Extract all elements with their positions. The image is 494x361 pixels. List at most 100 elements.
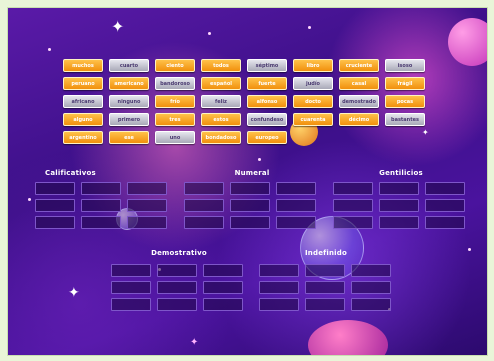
word-tile[interactable]: libro: [293, 59, 333, 72]
category-title-gentilicios: Gentilicios: [379, 169, 423, 177]
word-tile[interactable]: casal: [339, 77, 379, 90]
star-icon: ✦: [422, 128, 429, 137]
drop-slot-numeral[interactable]: [230, 199, 270, 212]
word-tile[interactable]: judío: [293, 77, 333, 90]
word-tile[interactable]: ese: [109, 131, 149, 144]
star-icon: ✦: [68, 285, 80, 301]
drop-slot-calificativos[interactable]: [81, 216, 121, 229]
drop-slot-numeral[interactable]: [184, 199, 224, 212]
drop-slot-numeral[interactable]: [184, 182, 224, 195]
drop-slot-gentilicios[interactable]: [379, 182, 419, 195]
drop-slot-demostrativo[interactable]: [111, 281, 151, 294]
word-tile[interactable]: pocas: [385, 95, 425, 108]
drop-slot-calificativos[interactable]: [81, 199, 121, 212]
word-tile[interactable]: confundeso: [247, 113, 287, 126]
word-tile[interactable]: primero: [109, 113, 149, 126]
word-tile[interactable]: isoso: [385, 59, 425, 72]
drop-slot-numeral[interactable]: [276, 199, 316, 212]
drop-slot-calificativos[interactable]: [35, 216, 75, 229]
word-tile[interactable]: español: [201, 77, 241, 90]
star-icon: ✦: [190, 337, 199, 348]
drop-slot-indefinido[interactable]: [351, 298, 391, 311]
word-tile[interactable]: americano: [109, 77, 149, 90]
drop-slot-calificativos[interactable]: [35, 182, 75, 195]
star-dot: [48, 48, 51, 51]
word-tile[interactable]: décimo: [339, 113, 379, 126]
word-tile[interactable]: feliz: [201, 95, 241, 108]
planet-pink: [448, 18, 487, 66]
drop-slot-demostrativo[interactable]: [111, 298, 151, 311]
word-tile[interactable]: ninguno: [109, 95, 149, 108]
drop-slot-calificativos[interactable]: [35, 199, 75, 212]
word-tile[interactable]: fuerte: [247, 77, 287, 90]
drop-slot-demostrativo[interactable]: [157, 281, 197, 294]
category-title-numeral: Numeral: [234, 169, 270, 177]
word-tile[interactable]: bastantes: [385, 113, 425, 126]
drop-slot-gentilicios[interactable]: [333, 216, 373, 229]
word-tile[interactable]: docto: [293, 95, 333, 108]
star-dot: [468, 248, 471, 251]
word-tile[interactable]: demostrado: [339, 95, 379, 108]
drop-slot-calificativos[interactable]: [127, 182, 167, 195]
drop-slot-numeral[interactable]: [276, 182, 316, 195]
drop-slot-gentilicios[interactable]: [379, 216, 419, 229]
word-tile[interactable]: tres: [155, 113, 195, 126]
word-tile[interactable]: peruano: [63, 77, 103, 90]
word-tile[interactable]: frío: [155, 95, 195, 108]
drop-slot-calificativos[interactable]: [127, 216, 167, 229]
drop-slot-indefinido[interactable]: [351, 264, 391, 277]
word-tile[interactable]: bandoroso: [155, 77, 195, 90]
drop-slot-gentilicios[interactable]: [379, 199, 419, 212]
word-tile[interactable]: argentino: [63, 131, 103, 144]
drop-slot-numeral[interactable]: [184, 216, 224, 229]
drop-slot-demostrativo[interactable]: [157, 298, 197, 311]
word-tile[interactable]: frágil: [385, 77, 425, 90]
word-tile[interactable]: bondadoso: [201, 131, 241, 144]
drop-slot-indefinido[interactable]: [305, 298, 345, 311]
star-dot: [28, 198, 31, 201]
drop-slot-demostrativo[interactable]: [157, 264, 197, 277]
star-icon: ✦: [111, 17, 125, 36]
category-title-indefinido: Indefinido: [305, 249, 347, 257]
drop-slot-indefinido[interactable]: [351, 281, 391, 294]
drop-slot-indefinido[interactable]: [305, 264, 345, 277]
drop-slot-indefinido[interactable]: [259, 264, 299, 277]
word-tile[interactable]: alfonso: [247, 95, 287, 108]
word-tile[interactable]: uno: [155, 131, 195, 144]
drop-slot-gentilicios[interactable]: [425, 182, 465, 195]
category-title-calificativos: Calificativos: [45, 169, 96, 177]
word-tile[interactable]: europeo: [247, 131, 287, 144]
drop-slot-indefinido[interactable]: [259, 281, 299, 294]
word-tile[interactable]: cuarto: [109, 59, 149, 72]
drop-slot-gentilicios[interactable]: [425, 199, 465, 212]
word-tile[interactable]: cruciente: [339, 59, 379, 72]
drop-slot-gentilicios[interactable]: [333, 182, 373, 195]
drop-slot-demostrativo[interactable]: [111, 264, 151, 277]
category-title-demostrativo: Demostrativo: [151, 249, 207, 257]
drop-slot-numeral[interactable]: [276, 216, 316, 229]
star-dot: [258, 158, 261, 161]
word-tile[interactable]: alguno: [63, 113, 103, 126]
star-dot: [208, 32, 211, 35]
star-dot: [308, 26, 311, 29]
word-tile[interactable]: todos: [201, 59, 241, 72]
word-tile[interactable]: séptimo: [247, 59, 287, 72]
drop-slot-indefinido[interactable]: [259, 298, 299, 311]
word-tile[interactable]: estos: [201, 113, 241, 126]
drop-slot-numeral[interactable]: [230, 216, 270, 229]
drop-slot-demostrativo[interactable]: [203, 281, 243, 294]
word-tile[interactable]: africano: [63, 95, 103, 108]
drop-slot-numeral[interactable]: [230, 182, 270, 195]
drop-slot-calificativos[interactable]: [81, 182, 121, 195]
drop-slot-demostrativo[interactable]: [203, 298, 243, 311]
word-tile[interactable]: ciento: [155, 59, 195, 72]
drop-slot-gentilicios[interactable]: [425, 216, 465, 229]
word-tile[interactable]: muchos: [63, 59, 103, 72]
word-tile[interactable]: cuarenta: [293, 113, 333, 126]
drop-slot-demostrativo[interactable]: [203, 264, 243, 277]
drop-slot-indefinido[interactable]: [305, 281, 345, 294]
planet-bottom: [308, 320, 388, 355]
game-board: ✦ ✦ ✦ ✦ muchos cuarto ciento todos séptimo li…: [7, 7, 488, 356]
drop-slot-gentilicios[interactable]: [333, 199, 373, 212]
drop-slot-calificativos[interactable]: [127, 199, 167, 212]
